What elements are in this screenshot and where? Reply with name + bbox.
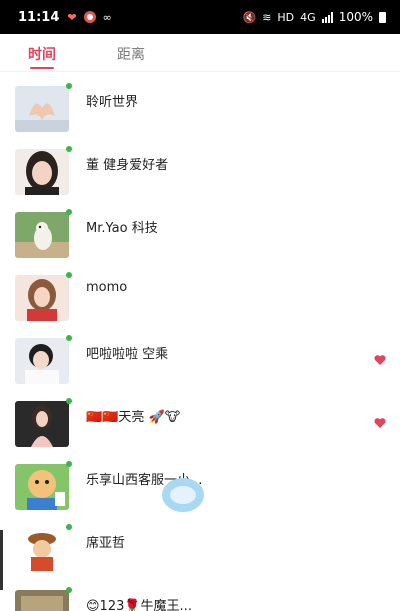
avatar	[15, 149, 69, 195]
list-item[interactable]: 😊123🌹牛魔王...	[0, 576, 400, 611]
avatar	[15, 527, 69, 573]
online-indicator	[66, 398, 72, 404]
list-item[interactable]: 席亚哲	[0, 513, 400, 576]
heart-icon[interactable]	[374, 354, 386, 366]
avatar	[15, 275, 69, 321]
avatar	[15, 590, 69, 611]
list-item[interactable]: 董 健身爱好者	[0, 135, 400, 198]
heart-notification-icon: ❤	[67, 10, 77, 24]
user-name: 聆听世界	[86, 95, 139, 110]
online-indicator	[66, 335, 72, 341]
avatar	[15, 338, 69, 384]
mute-icon: 🔇	[242, 10, 257, 24]
network-label: 4G	[300, 10, 316, 24]
list-item[interactable]: Mr.Yao 科技	[0, 198, 400, 261]
screen-edge	[0, 530, 3, 590]
list-item[interactable]: momo	[0, 261, 400, 324]
user-name: 🇨🇳🇨🇳天亮 🚀🐮	[86, 410, 181, 425]
user-name: 😊123🌹牛魔王...	[86, 599, 192, 611]
status-bar: 11:14 ❤ ∞ 🔇 ≋ HD 4G 100%	[0, 0, 400, 34]
online-indicator	[66, 524, 72, 530]
wifi-icon: ≋	[262, 10, 272, 24]
active-tab-indicator	[30, 67, 54, 69]
status-left-icons: ❤ ∞	[67, 10, 112, 24]
list-item[interactable]: 🇨🇳🇨🇳天亮 🚀🐮	[0, 387, 400, 450]
tab-time[interactable]: 时间	[28, 44, 56, 64]
user-name: Mr.Yao 科技	[86, 221, 158, 236]
signal-icon	[321, 11, 333, 23]
link-icon: ∞	[102, 10, 112, 24]
battery-icon	[379, 11, 386, 23]
hd-icon: HD	[277, 10, 295, 24]
user-list: 聆听世界 董 健身爱好者 Mr.Yao 科技 momo 吧啦啦啦 空乘 🇨🇳🇨🇳…	[0, 72, 400, 611]
battery-percent: 100%	[338, 10, 373, 24]
online-indicator	[66, 272, 72, 278]
tab-bar: 时间 距离	[0, 34, 400, 72]
list-item[interactable]: 聆听世界	[0, 72, 400, 135]
heart-icon[interactable]	[374, 417, 386, 429]
list-item[interactable]: 吧啦啦啦 空乘	[0, 324, 400, 387]
user-name: momo	[86, 280, 128, 295]
avatar	[15, 464, 69, 510]
avatar	[15, 86, 69, 132]
tab-distance[interactable]: 距离	[117, 44, 145, 64]
weibo-icon	[83, 11, 96, 23]
online-indicator	[66, 83, 72, 89]
user-name: 席亚哲	[86, 536, 126, 551]
online-indicator	[66, 461, 72, 467]
touch-indicator	[162, 478, 204, 512]
user-name: 董 健身爱好者	[86, 158, 169, 173]
online-indicator	[66, 587, 72, 593]
status-right-icons: 🔇 ≋ HD 4G 100%	[242, 10, 386, 24]
avatar	[15, 401, 69, 447]
user-name: 吧啦啦啦 空乘	[86, 347, 169, 362]
status-time: 11:14	[18, 9, 60, 25]
online-indicator	[66, 146, 72, 152]
online-indicator	[66, 209, 72, 215]
avatar	[15, 212, 69, 258]
